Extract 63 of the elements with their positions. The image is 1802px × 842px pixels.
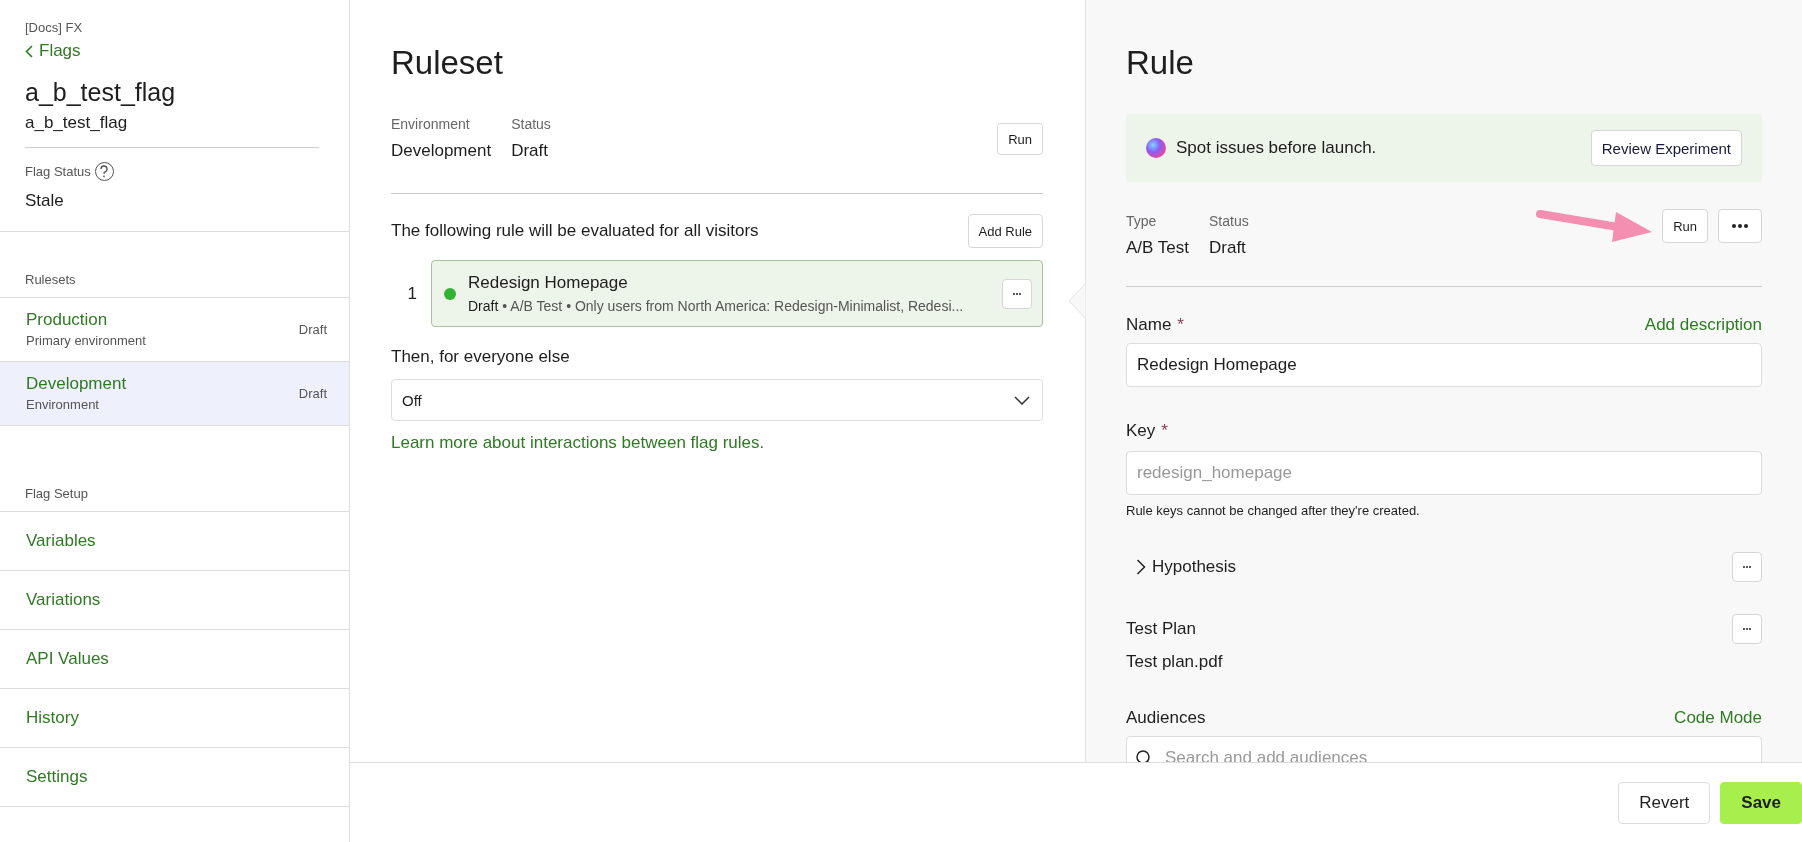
key-field[interactable]: redesign_homepage xyxy=(1126,451,1762,495)
meta-label: Environment xyxy=(391,116,471,132)
flag-status-value: Stale xyxy=(25,190,65,212)
more-icon xyxy=(1743,627,1751,631)
name-field[interactable]: Redesign Homepage xyxy=(1126,343,1762,387)
more-icon xyxy=(1013,291,1021,296)
chevron-down-icon xyxy=(1014,395,1030,405)
more-icon xyxy=(1732,224,1748,228)
panel-title: Ruleset xyxy=(391,44,504,82)
back-link[interactable]: Flags xyxy=(25,41,81,61)
meta-label: Status xyxy=(511,116,551,132)
run-button[interactable]: Run xyxy=(1662,209,1708,243)
more-icon xyxy=(1743,565,1751,569)
rule-number: 1 xyxy=(406,283,417,304)
meta-value: Development xyxy=(391,141,492,161)
field-label: Key xyxy=(1126,421,1156,441)
add-rule-button[interactable]: Add Rule xyxy=(967,214,1043,248)
ruleset-name: Development xyxy=(26,374,127,394)
more-button[interactable] xyxy=(1718,209,1762,243)
field-help-text: Rule keys cannot be changed after they're created. xyxy=(1126,503,1421,518)
ruleset-status: Draft xyxy=(298,385,327,401)
save-button[interactable]: Save xyxy=(1720,781,1802,824)
ruleset-item[interactable]: Development Environment Draft xyxy=(0,361,349,426)
fallback-select[interactable]: Off xyxy=(391,379,1043,421)
code-mode-link[interactable]: Code Mode xyxy=(1674,708,1762,728)
fallback-label: Then, for everyone else xyxy=(391,347,571,367)
panel-title: Rule xyxy=(1126,44,1195,82)
revert-button[interactable]: Revert xyxy=(1618,781,1711,824)
ruleset-description: Primary environment xyxy=(26,333,146,348)
required-mark: * xyxy=(1177,315,1184,335)
run-button[interactable]: Run xyxy=(997,123,1043,155)
hypothesis-toggle[interactable]: Hypothesis xyxy=(1126,557,1237,577)
ruleset-status: Draft xyxy=(298,321,327,337)
required-mark: * xyxy=(1161,421,1168,441)
meta-value: A/B Test xyxy=(1126,238,1189,258)
meta-value: Draft xyxy=(1209,238,1247,258)
meta-label: Type xyxy=(1126,213,1158,229)
field-label: Audiences xyxy=(1126,708,1206,728)
chevron-right-icon xyxy=(1136,559,1146,575)
section-heading: Rulesets xyxy=(0,230,349,298)
ruleset-description: Environment xyxy=(26,397,100,412)
rule-card[interactable]: Redesign Homepage Draft • A/B Test • Only users from North America: Redesign-Minimalist, Redesi... xyxy=(431,260,1043,327)
project-name: [Docs] FX xyxy=(25,20,84,35)
chevron-left-icon xyxy=(25,44,33,58)
file-name: Test plan.pdf xyxy=(1126,652,1224,672)
flag-status-label: Flag Status xyxy=(25,163,91,179)
meta-value: Draft xyxy=(511,141,549,161)
flag-key: a_b_test_flag xyxy=(25,112,319,148)
rules-intro: The following rule will be evaluated for all visitors xyxy=(391,221,759,241)
learn-more-link[interactable]: Learn more about interactions between flag rules. xyxy=(391,433,765,452)
review-experiment-button[interactable]: Review Experiment xyxy=(1590,130,1742,166)
add-description-link[interactable]: Add description xyxy=(1644,315,1762,335)
section-heading: Flag Setup xyxy=(0,425,349,512)
orb-icon xyxy=(1146,138,1166,158)
banner-text: Spot issues before launch. xyxy=(1176,138,1377,158)
search-icon xyxy=(1136,750,1152,762)
flag-title: a_b_test_flag xyxy=(25,77,177,107)
rule-summary: Draft • A/B Test • Only users from North America: Redesign-Minimalist, Redesi... xyxy=(468,298,965,314)
rule-name: Redesign Homepage xyxy=(468,273,629,293)
field-label: Test Plan xyxy=(1126,619,1196,639)
ruleset-name: Production xyxy=(26,310,109,330)
field-label: Name xyxy=(1126,315,1172,335)
meta-label: Status xyxy=(1209,213,1249,229)
